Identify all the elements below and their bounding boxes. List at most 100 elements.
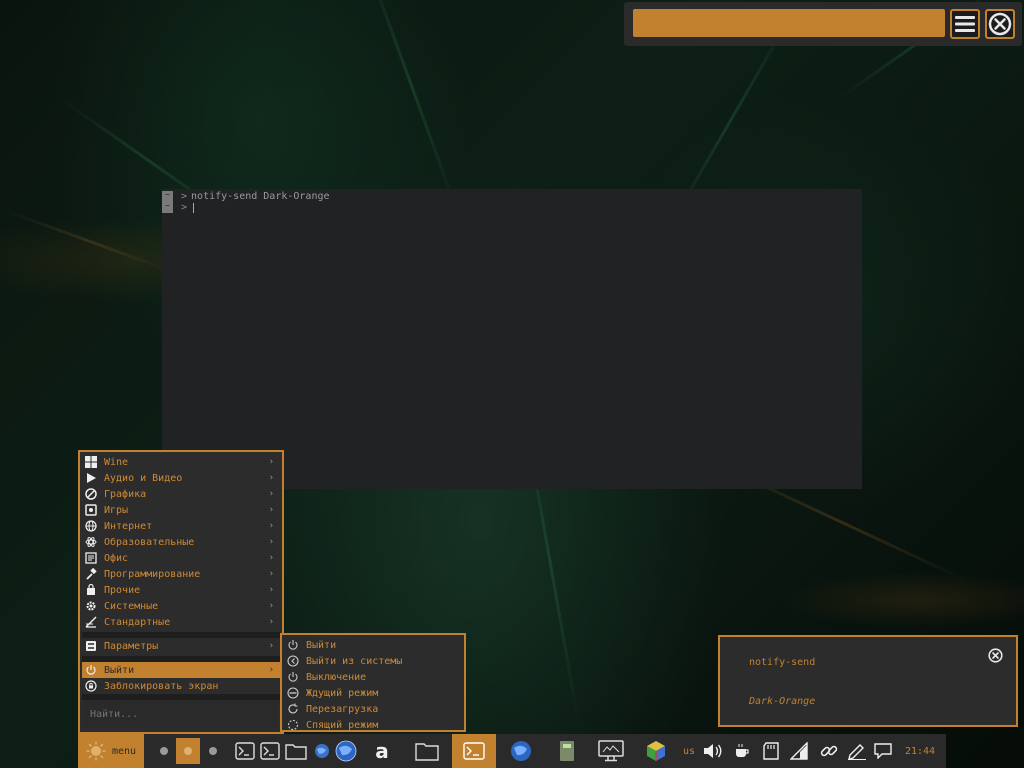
- taskbar-window-files[interactable]: [414, 738, 440, 764]
- menu-item-label: Образовательные: [104, 536, 195, 548]
- submenu-item-shutdown[interactable]: Выключение: [284, 669, 462, 685]
- application-menu: Wine › Аудио и Видео › Графика › Игры ›: [78, 450, 284, 734]
- menu-item-lock-screen[interactable]: Заблокировать экран: [82, 678, 280, 694]
- chevron-right-icon: ›: [268, 457, 274, 467]
- chevron-right-icon: ›: [268, 537, 274, 547]
- menu-item-accessories[interactable]: Стандартные ›: [82, 614, 280, 630]
- taskbar: menu a us 21:44: [78, 734, 946, 768]
- search-input[interactable]: [633, 9, 945, 37]
- submenu-item-reboot[interactable]: Перезагрузка: [284, 701, 462, 717]
- launcher-browser-small[interactable]: [312, 738, 332, 764]
- hibernate-icon: [286, 718, 300, 732]
- workspace-1[interactable]: [154, 738, 174, 764]
- keyboard-layout-indicator[interactable]: us: [680, 738, 698, 764]
- menu-item-label: Программирование: [104, 568, 201, 580]
- letter-a-icon: a: [375, 740, 389, 762]
- chevron-right-icon: ›: [268, 601, 274, 611]
- taskbar-window-notes[interactable]: [556, 738, 578, 764]
- terminal-icon: [235, 742, 255, 760]
- svg-text:a: a: [375, 740, 389, 762]
- submenu-item-hibernate[interactable]: Спящий режим: [284, 717, 462, 733]
- menu-item-graphics[interactable]: Графика ›: [82, 486, 280, 502]
- reboot-icon: [286, 702, 300, 716]
- start-menu-button[interactable]: menu: [78, 734, 144, 768]
- menu-item-other[interactable]: Прочие ›: [82, 582, 280, 598]
- chevron-right-icon: ›: [268, 505, 274, 515]
- caffeine-toggle[interactable]: [732, 738, 752, 764]
- start-menu-label: menu: [111, 745, 137, 757]
- games-icon: [84, 503, 98, 517]
- submenu-item-suspend[interactable]: Ждущий режим: [284, 685, 462, 701]
- chevron-right-icon: ›: [268, 521, 274, 531]
- close-button[interactable]: [985, 9, 1015, 39]
- launcher-files[interactable]: [284, 738, 308, 764]
- monitor-icon: [598, 740, 624, 762]
- atom-icon: [84, 535, 98, 549]
- menu-item-programming[interactable]: Программирование ›: [82, 566, 280, 582]
- menu-item-system[interactable]: Системные ›: [82, 598, 280, 614]
- cube-icon: [647, 741, 665, 761]
- menu-item-education[interactable]: Образовательные ›: [82, 534, 280, 550]
- power-icon: [286, 638, 300, 652]
- menu-item-label: Выйти из системы: [306, 655, 403, 667]
- clock-label: 21:44: [904, 745, 936, 757]
- terminal-icon: [260, 742, 280, 760]
- workspace-2[interactable]: [176, 738, 200, 764]
- chevron-right-icon: ›: [268, 617, 274, 627]
- menu-button[interactable]: [950, 9, 980, 39]
- terminal-window[interactable]: ~ > notify-send Dark-Orange ~ >: [162, 189, 862, 489]
- taskbar-window-display[interactable]: [596, 738, 626, 764]
- menu-item-label: Выйти: [104, 664, 135, 676]
- workspace-3[interactable]: [203, 738, 223, 764]
- launcher-terminal-2[interactable]: [259, 738, 281, 764]
- globe-icon: [315, 744, 329, 758]
- windows-icon: [84, 455, 98, 469]
- notification-popup[interactable]: notify-send Dark-Orange: [718, 635, 1018, 727]
- notification-title: notify-send: [749, 657, 816, 668]
- menu-item-label: Выключение: [306, 671, 367, 683]
- clock[interactable]: 21:44: [900, 738, 940, 764]
- menu-item-games[interactable]: Игры ›: [82, 502, 280, 518]
- notebook-icon: [560, 741, 574, 761]
- taskbar-window-cube[interactable]: [644, 738, 668, 764]
- volume-control[interactable]: [702, 738, 724, 764]
- signal-icon: [790, 742, 808, 760]
- menu-item-wine[interactable]: Wine ›: [82, 454, 280, 470]
- menu-item-label: Системные: [104, 600, 159, 612]
- signal-strength[interactable]: [788, 738, 810, 764]
- submenu-item-logout[interactable]: Выйти из системы: [284, 653, 462, 669]
- menu-item-settings[interactable]: Параметры ›: [82, 638, 280, 654]
- menu-item-label: Офис: [104, 552, 129, 564]
- taskbar-window-browser[interactable]: [508, 738, 534, 764]
- desktop: ~ > notify-send Dark-Orange ~ > Wine › А…: [0, 0, 1024, 768]
- terminal-command: notify-send Dark-Orange: [191, 191, 330, 202]
- sd-card-icon: [763, 742, 779, 760]
- menu-item-internet[interactable]: Интернет ›: [82, 518, 280, 534]
- play-icon: [84, 471, 98, 485]
- menu-item-label: Параметры: [104, 640, 159, 652]
- notification-close-button[interactable]: [988, 648, 1003, 667]
- menu-item-office[interactable]: Офис ›: [82, 550, 280, 566]
- settings-icon: [84, 639, 98, 653]
- sd-card-tray[interactable]: [760, 738, 782, 764]
- menu-search-input[interactable]: [84, 700, 278, 728]
- menu-item-label: Интернет: [104, 520, 153, 532]
- menu-item-label: Спящий режим: [306, 719, 379, 731]
- terminal-cursor: [193, 202, 195, 213]
- network-link[interactable]: [818, 738, 840, 764]
- terminal-line: ~ > notify-send Dark-Orange: [162, 191, 330, 202]
- taskbar-window-terminal[interactable]: [452, 734, 496, 768]
- workspace-dot-icon: [160, 747, 168, 755]
- menu-item-audio-video[interactable]: Аудио и Видео ›: [82, 470, 280, 486]
- launcher-browser[interactable]: [334, 738, 358, 764]
- logout-submenu: Выйти Выйти из системы Выключение Ждущий…: [280, 633, 466, 732]
- notification-body: Dark-Orange: [749, 696, 816, 707]
- submenu-item-exit[interactable]: Выйти: [284, 637, 462, 653]
- launcher-terminal[interactable]: [234, 738, 256, 764]
- notifications-tray[interactable]: [872, 738, 894, 764]
- menu-item-logout[interactable]: Выйти ›: [82, 662, 280, 678]
- coffee-cup-icon: [736, 744, 749, 757]
- edit-tray[interactable]: [846, 738, 868, 764]
- launcher-font-app[interactable]: a: [370, 738, 394, 764]
- menu-item-label: Игры: [104, 504, 129, 516]
